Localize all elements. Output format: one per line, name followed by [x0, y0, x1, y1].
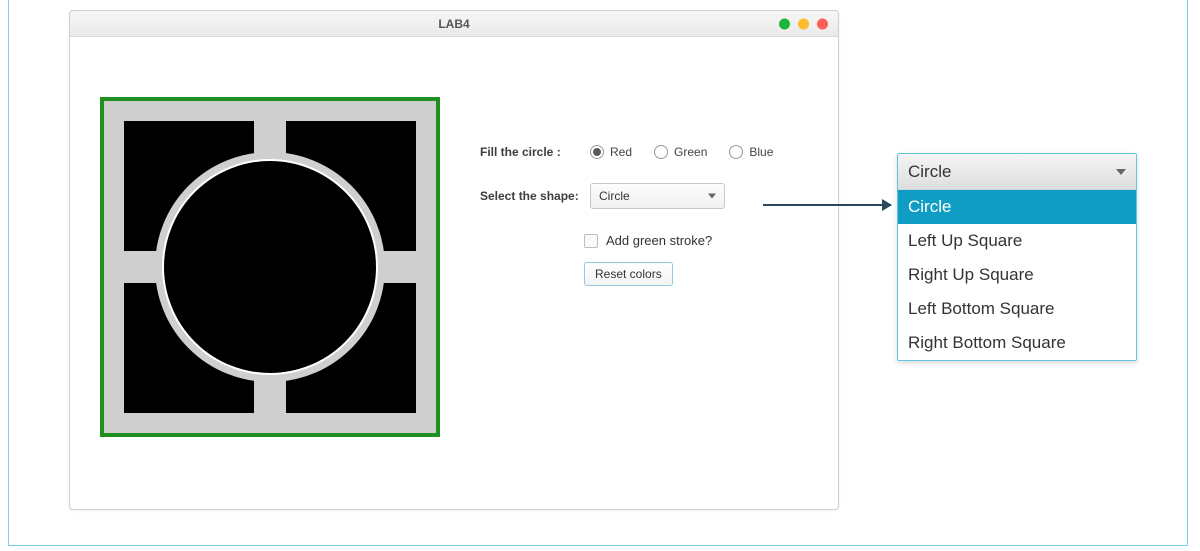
dropdown-header[interactable]: Circle — [898, 154, 1136, 190]
annotation-arrow — [763, 204, 891, 206]
window-maximize-button[interactable] — [779, 18, 790, 29]
shape-inner — [124, 121, 416, 413]
radio-blue[interactable]: Blue — [729, 145, 773, 159]
radio-icon — [729, 145, 743, 159]
window-close-button[interactable] — [817, 18, 828, 29]
app-window: LAB4 Fill the circle : — [69, 10, 839, 510]
dropdown-option-left-up-square[interactable]: Left Up Square — [898, 224, 1136, 258]
option-label: Circle — [908, 197, 951, 217]
stroke-checkbox[interactable] — [584, 234, 598, 248]
stroke-checkbox-row[interactable]: Add green stroke? — [584, 233, 820, 248]
dropdown-header-label: Circle — [908, 162, 951, 182]
page-frame: LAB4 Fill the circle : — [8, 0, 1188, 546]
dropdown-option-left-bottom-square[interactable]: Left Bottom Square — [898, 292, 1136, 326]
reset-colors-button[interactable]: Reset colors — [584, 262, 673, 286]
radio-label: Blue — [749, 145, 773, 159]
select-shape-label: Select the shape: — [480, 189, 590, 203]
fill-color-row: Fill the circle : Red Green Blue — [480, 145, 820, 159]
circle-shape — [162, 159, 378, 375]
controls-panel: Fill the circle : Red Green Blue — [480, 145, 820, 286]
dropdown-option-right-bottom-square[interactable]: Right Bottom Square — [898, 326, 1136, 360]
fill-color-label: Fill the circle : — [480, 145, 590, 159]
dropdown-option-circle[interactable]: Circle — [898, 190, 1136, 224]
option-label: Right Bottom Square — [908, 333, 1066, 353]
radio-icon — [590, 145, 604, 159]
fill-color-group: Red Green Blue — [590, 145, 773, 159]
option-label: Right Up Square — [908, 265, 1034, 285]
shape-select-expanded: Circle Circle Left Up Square Right Up Sq… — [897, 153, 1137, 361]
chevron-down-icon — [708, 194, 716, 199]
shape-select-value: Circle — [599, 189, 630, 203]
button-label: Reset colors — [595, 267, 662, 281]
window-controls — [779, 18, 828, 29]
window-title: LAB4 — [438, 17, 469, 31]
radio-icon — [654, 145, 668, 159]
window-minimize-button[interactable] — [798, 18, 809, 29]
radio-green[interactable]: Green — [654, 145, 707, 159]
shape-select[interactable]: Circle — [590, 183, 725, 209]
radio-label: Red — [610, 145, 632, 159]
radio-label: Green — [674, 145, 707, 159]
shape-canvas — [100, 97, 440, 437]
chevron-down-icon — [1116, 169, 1126, 175]
option-label: Left Bottom Square — [908, 299, 1054, 319]
option-label: Left Up Square — [908, 231, 1022, 251]
dropdown-option-right-up-square[interactable]: Right Up Square — [898, 258, 1136, 292]
window-titlebar: LAB4 — [70, 11, 838, 37]
stroke-checkbox-label: Add green stroke? — [606, 233, 712, 248]
radio-red[interactable]: Red — [590, 145, 632, 159]
